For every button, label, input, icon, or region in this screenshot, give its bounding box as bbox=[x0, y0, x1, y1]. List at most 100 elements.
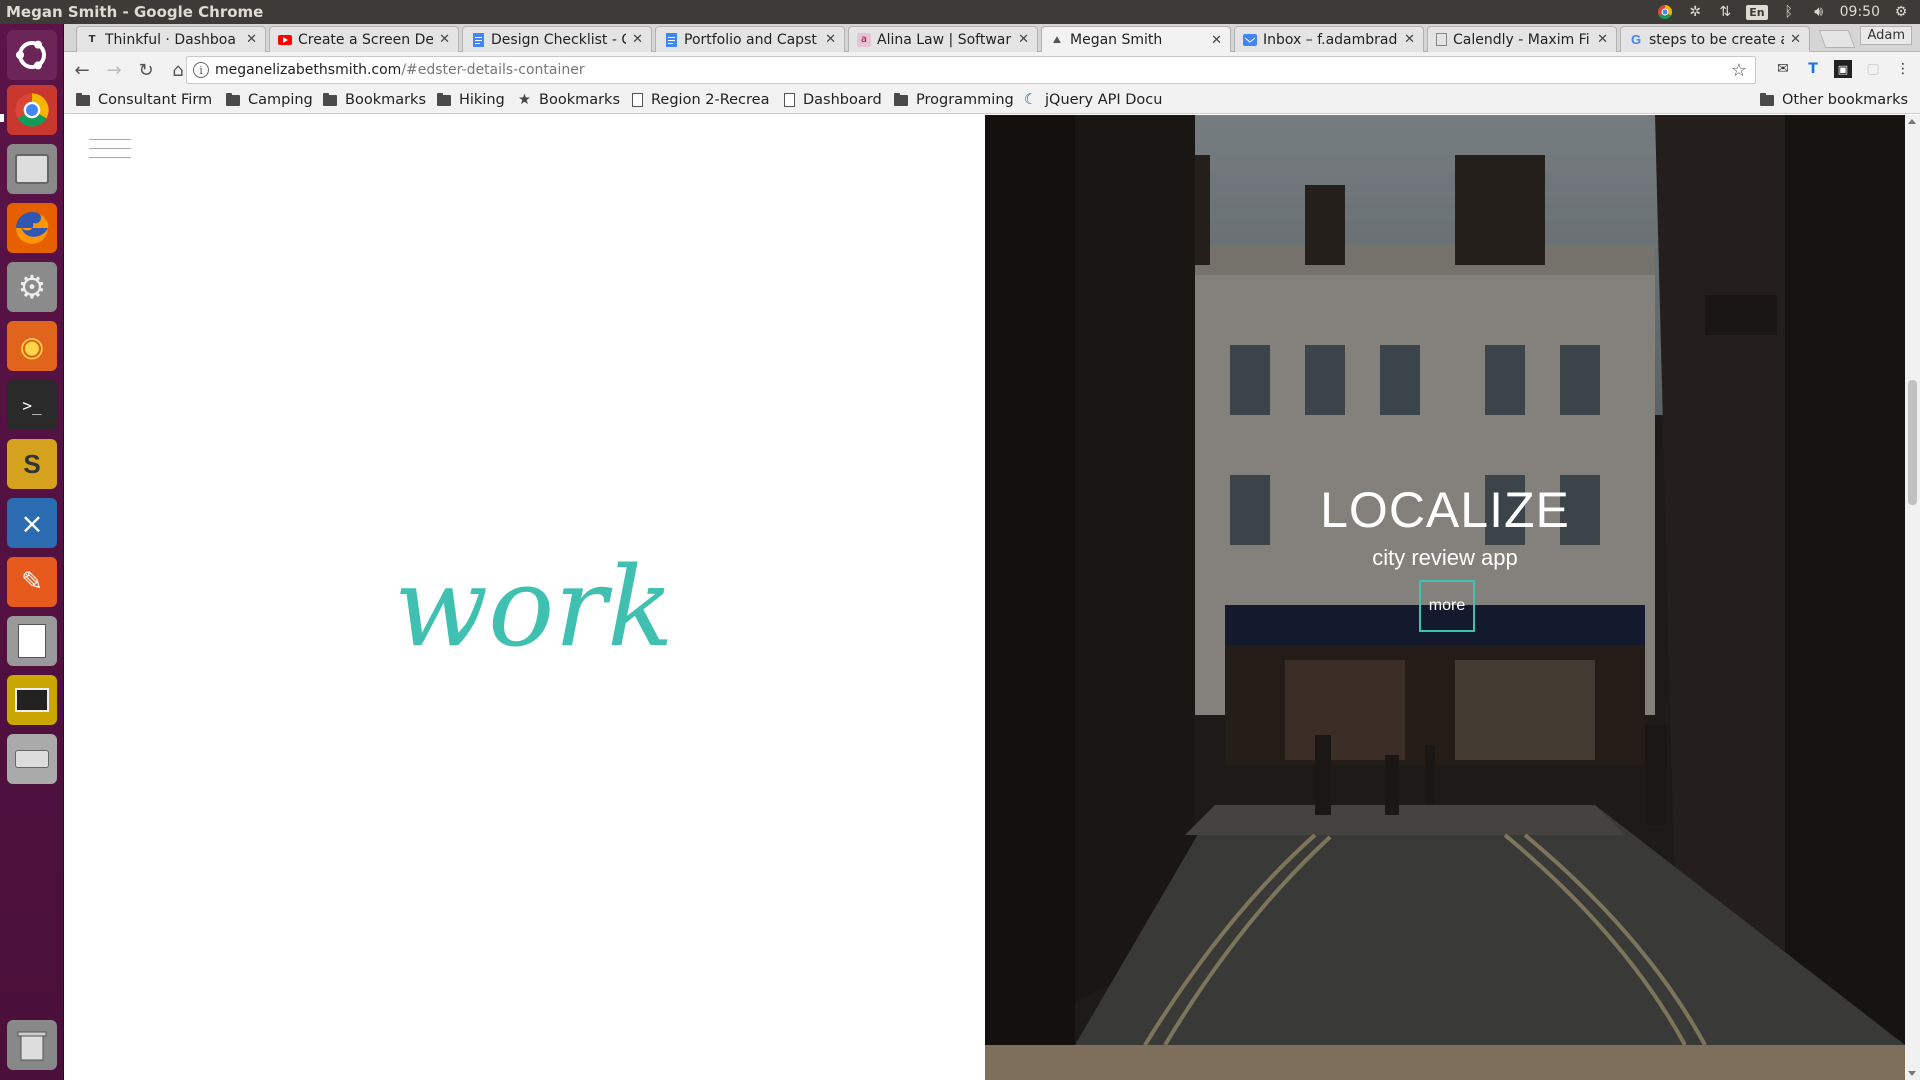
web-page: work LOCALIZE city review app more bbox=[64, 115, 1920, 1080]
system-settings-icon[interactable]: ⚙ bbox=[7, 262, 57, 312]
google-docs-icon bbox=[471, 32, 485, 47]
slack-icon[interactable]: S bbox=[7, 439, 57, 489]
project-subtitle: city review app bbox=[1372, 545, 1518, 570]
extensions: ✉ T ▣ ▢ ⋮ bbox=[1774, 60, 1912, 78]
bookmark-camping[interactable]: Camping bbox=[226, 92, 313, 108]
tab-alina-law[interactable]: a Alina Law | Softwar ✕ bbox=[848, 26, 1038, 52]
chrome-launcher-icon[interactable] bbox=[7, 85, 57, 135]
ubuntu-dash-icon[interactable] bbox=[7, 30, 57, 80]
close-tab-icon[interactable]: ✕ bbox=[632, 32, 643, 47]
google-docs-icon bbox=[664, 32, 678, 47]
network-icon[interactable]: ⇅ bbox=[1716, 3, 1734, 21]
settings-tray-icon[interactable]: ✲ bbox=[1686, 3, 1704, 21]
bookmark-jquery[interactable]: ☾ jQuery API Docu bbox=[1024, 92, 1162, 108]
new-tab-button[interactable] bbox=[1818, 30, 1856, 48]
clock[interactable]: 09:50 bbox=[1840, 4, 1880, 20]
chrome-tray-icon[interactable] bbox=[1656, 3, 1674, 21]
firefox-icon[interactable] bbox=[7, 203, 57, 253]
close-tab-icon[interactable]: ✕ bbox=[825, 32, 836, 47]
hamburger-menu-icon[interactable] bbox=[89, 139, 131, 166]
presentation-icon[interactable] bbox=[7, 675, 57, 725]
tab-portfolio[interactable]: Portfolio and Capst ✕ bbox=[655, 26, 845, 52]
power-gear-icon[interactable]: ⚙ bbox=[1892, 3, 1910, 21]
bookmarks-bar: Consultant Firm Camping Bookmarks Hiking… bbox=[64, 88, 1920, 114]
bookmark-star-icon[interactable]: ☆ bbox=[1731, 60, 1747, 81]
bookmark-dashboard[interactable]: Dashboard bbox=[784, 92, 882, 108]
bookmark-bookmarks-folder[interactable]: Bookmarks bbox=[323, 92, 426, 108]
close-tab-icon[interactable]: ✕ bbox=[439, 32, 450, 47]
window-title: Megan Smith - Google Chrome bbox=[6, 3, 264, 21]
back-arrow-icon[interactable]: ← bbox=[68, 56, 96, 84]
reload-icon[interactable]: ↻ bbox=[132, 56, 160, 84]
bookmark-programming[interactable]: Programming bbox=[894, 92, 1014, 108]
next-section-strip bbox=[985, 1045, 1905, 1080]
work-script-text: work bbox=[394, 543, 674, 671]
tab-thinkful[interactable]: T Thinkful · Dashboa ✕ bbox=[76, 26, 266, 52]
mail-extension-icon[interactable]: ✉ bbox=[1774, 60, 1792, 78]
toolbar: ← → ↻ ⌂ i meganelizabethsmith.com/#edste… bbox=[64, 52, 1920, 88]
folder-icon bbox=[226, 92, 240, 106]
dark-extension-icon[interactable]: ▣ bbox=[1834, 60, 1852, 78]
tab-strip: T Thinkful · Dashboa ✕ Create a Screen De… bbox=[64, 24, 1920, 53]
bookmark-hiking[interactable]: Hiking bbox=[437, 92, 505, 108]
volume-icon[interactable]: 🔊︎ bbox=[1810, 3, 1828, 21]
page-icon bbox=[632, 93, 643, 107]
bluetooth-icon[interactable]: ᛒ bbox=[1780, 3, 1798, 21]
tab-design-checklist[interactable]: Design Checklist - C ✕ bbox=[462, 26, 652, 52]
star-icon: ★ bbox=[518, 92, 531, 108]
close-tab-icon[interactable]: ✕ bbox=[1211, 33, 1222, 48]
terminal-icon[interactable]: >_ bbox=[7, 380, 57, 430]
profile-button[interactable]: Adam bbox=[1860, 26, 1912, 45]
close-tab-icon[interactable]: ✕ bbox=[1597, 32, 1608, 47]
close-tab-icon[interactable]: ✕ bbox=[1404, 32, 1415, 47]
site-info-icon[interactable]: i bbox=[193, 62, 209, 78]
vscode-icon[interactable]: ⨯ bbox=[7, 498, 57, 548]
disk-drive-icon[interactable] bbox=[7, 734, 57, 784]
tab-google-search[interactable]: G steps to be create a ✕ bbox=[1620, 26, 1810, 52]
tab-inbox[interactable]: Inbox – f.adambrad ✕ bbox=[1234, 26, 1424, 52]
thinkful-extension-icon[interactable]: T bbox=[1804, 60, 1822, 78]
chrome-menu-icon[interactable]: ⋮ bbox=[1894, 60, 1912, 78]
bookmark-other[interactable]: Other bookmarks bbox=[1760, 92, 1908, 108]
blank-extension-icon[interactable]: ▢ bbox=[1864, 60, 1882, 78]
url-host: meganelizabethsmith.com bbox=[215, 62, 402, 78]
scroll-up-icon[interactable] bbox=[1908, 119, 1916, 124]
folder-icon bbox=[76, 92, 90, 106]
jquery-icon: ☾ bbox=[1024, 92, 1037, 108]
keyboard-layout[interactable]: En bbox=[1746, 4, 1768, 20]
browser-window: T Thinkful · Dashboa ✕ Create a Screen De… bbox=[64, 24, 1920, 1080]
scroll-thumb[interactable] bbox=[1908, 380, 1917, 505]
youtube-icon bbox=[278, 33, 292, 47]
bookmark-region2[interactable]: Region 2-Recrea bbox=[632, 92, 769, 108]
running-indicator bbox=[0, 114, 4, 122]
folder-icon bbox=[1760, 92, 1774, 106]
text-editor-icon[interactable] bbox=[7, 616, 57, 666]
close-tab-icon[interactable]: ✕ bbox=[246, 32, 257, 47]
tab-youtube[interactable]: Create a Screen De ✕ bbox=[269, 26, 459, 52]
work-heading: work bbox=[394, 535, 694, 735]
folder-icon bbox=[894, 92, 908, 106]
project-title: LOCALIZE bbox=[1320, 482, 1570, 538]
tab-calendly[interactable]: Calendly - Maxim Fi ✕ bbox=[1427, 26, 1617, 52]
trash-icon[interactable] bbox=[7, 1020, 57, 1070]
more-button[interactable]: more bbox=[1419, 580, 1475, 632]
rhythmbox-icon[interactable]: ◉ bbox=[7, 321, 57, 371]
folder-icon bbox=[323, 92, 337, 106]
bookmark-bookmarks-star[interactable]: ★ Bookmarks bbox=[518, 92, 620, 108]
close-tab-icon[interactable]: ✕ bbox=[1018, 32, 1029, 47]
site-icon: ⛰ bbox=[1052, 34, 1062, 46]
files-icon[interactable] bbox=[7, 144, 57, 194]
close-tab-icon[interactable]: ✕ bbox=[1790, 32, 1801, 47]
scroll-down-icon[interactable] bbox=[1908, 1071, 1916, 1076]
address-bar[interactable]: i meganelizabethsmith.com/#edster-detail… bbox=[186, 56, 1756, 84]
forward-arrow-icon[interactable]: → bbox=[100, 56, 128, 84]
page-icon bbox=[784, 93, 795, 107]
calendly-icon bbox=[1436, 33, 1447, 46]
alina-icon: a bbox=[857, 32, 871, 47]
tab-megan-smith[interactable]: ⛰ Megan Smith ✕ bbox=[1041, 26, 1231, 53]
page-scrollbar[interactable] bbox=[1905, 115, 1920, 1080]
postman-icon[interactable]: ✎ bbox=[7, 557, 57, 607]
thinkful-icon: T bbox=[88, 34, 96, 45]
bookmark-consultant-firm[interactable]: Consultant Firm bbox=[76, 92, 212, 108]
top-panel: Megan Smith - Google Chrome ✲ ⇅ En ᛒ 🔊︎ … bbox=[0, 0, 1920, 24]
